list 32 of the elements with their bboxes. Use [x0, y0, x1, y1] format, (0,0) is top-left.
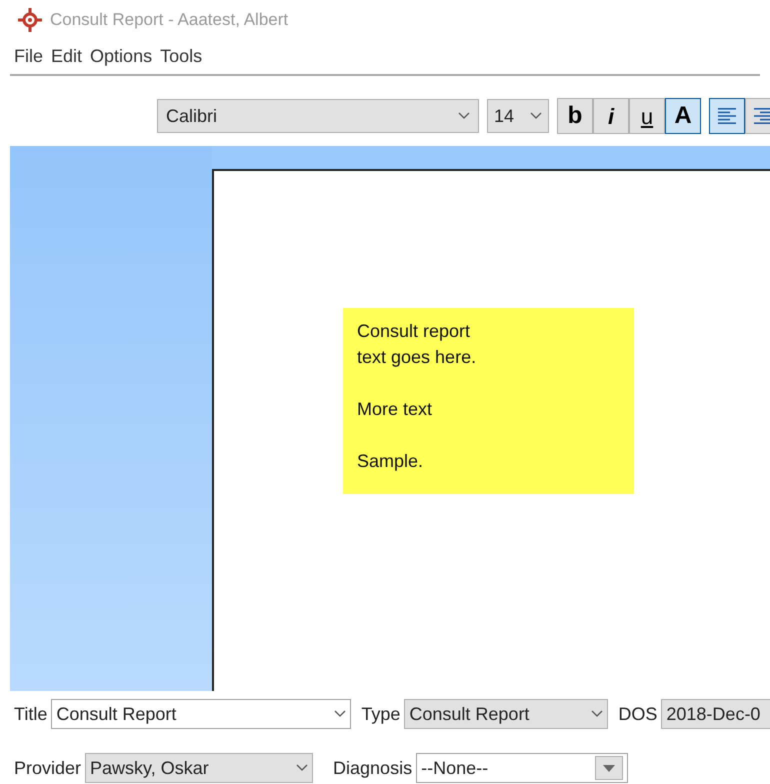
align-button[interactable]	[709, 98, 745, 134]
field-label: Provider	[14, 756, 82, 780]
note-text: Consult report text goes here.	[357, 320, 478, 369]
menu-item[interactable]: Tools	[160, 42, 202, 70]
align-left-icon	[718, 107, 736, 125]
chevron-down-icon	[458, 112, 470, 120]
field-label: Type	[361, 702, 400, 726]
chevron-down-icon	[591, 710, 604, 718]
menu-item[interactable]: Edit	[51, 42, 82, 70]
dropdown-field[interactable]: Consult Report	[51, 699, 352, 729]
format-button[interactable]: i	[593, 98, 629, 134]
chevron-down-icon	[530, 112, 542, 120]
menu-item[interactable]: File	[14, 42, 44, 70]
note-text: Sample.	[357, 450, 424, 473]
chevron-down-icon	[334, 710, 346, 718]
triangle-down-icon	[603, 764, 616, 772]
font-dropdown[interactable]: Calibri	[157, 99, 479, 133]
chevron-down-icon	[296, 764, 308, 772]
crosshair-logo-icon	[18, 8, 42, 32]
font-size-dropdown[interactable]: 14	[487, 99, 549, 133]
note-text: More text	[357, 398, 434, 421]
field-label: Diagnosis	[333, 756, 412, 780]
format-button[interactable]: b	[557, 98, 593, 134]
align-right-icon	[754, 107, 770, 125]
format-button[interactable]: A	[665, 98, 701, 134]
dropdown-field[interactable]: --None--	[416, 753, 628, 783]
format-button[interactable]: u	[629, 98, 665, 134]
dropdown-button[interactable]	[595, 756, 624, 780]
field-label: Title	[14, 702, 48, 726]
field-label: DOS	[618, 702, 658, 726]
menu-item[interactable]: Options	[90, 42, 152, 70]
window-title: Consult Report - Aaatest, Albert	[50, 9, 288, 32]
